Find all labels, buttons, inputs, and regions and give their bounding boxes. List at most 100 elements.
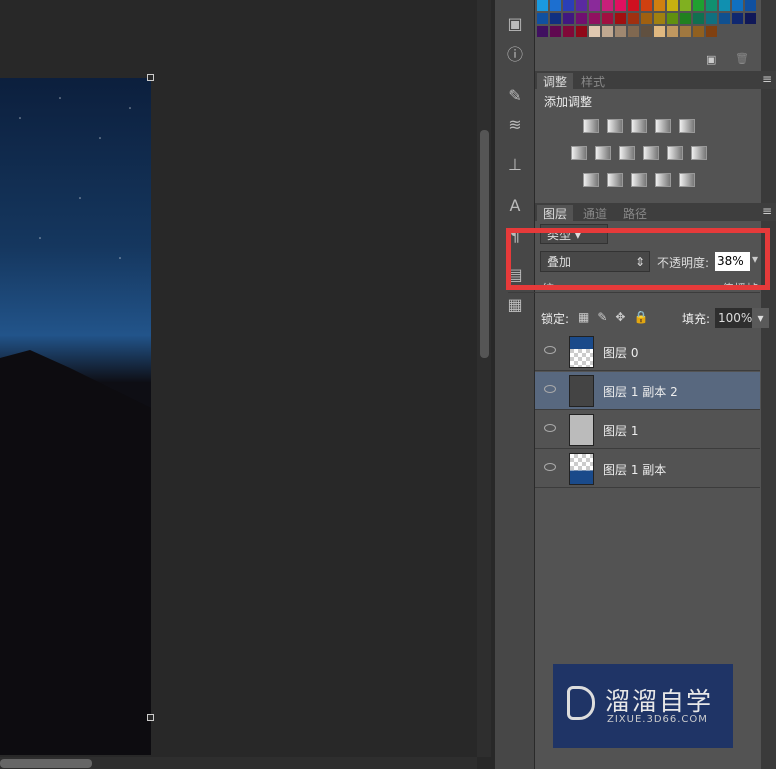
color-swatch[interactable] — [667, 13, 678, 24]
new-swatch-icon[interactable]: ▣ — [706, 53, 716, 66]
layer-row[interactable]: 图层 0 — [535, 333, 760, 371]
horizontal-scroll-thumb[interactable] — [0, 759, 92, 768]
tab-adjustments[interactable]: 调整 — [537, 73, 574, 89]
adjustment-icon[interactable] — [595, 146, 611, 160]
color-swatch[interactable] — [693, 13, 704, 24]
color-swatch[interactable] — [537, 0, 548, 11]
character-icon[interactable]: A — [505, 196, 525, 216]
color-swatch[interactable] — [680, 26, 691, 37]
color-swatch[interactable] — [654, 0, 665, 11]
tab-paths[interactable]: 路径 — [617, 205, 653, 221]
adjustment-icon[interactable] — [583, 119, 599, 133]
color-swatch[interactable] — [602, 26, 613, 37]
lock-icons[interactable]: ▦✎✥🔒 — [578, 310, 656, 324]
visibility-eye-icon[interactable] — [544, 424, 556, 432]
adjustment-icon[interactable] — [655, 173, 671, 187]
brush-presets-icon[interactable]: ✎ — [505, 86, 525, 106]
color-swatch[interactable] — [589, 0, 600, 11]
adjustment-icon[interactable] — [583, 173, 599, 187]
adjustment-icon[interactable] — [607, 119, 623, 133]
tab-channels[interactable]: 通道 — [577, 205, 613, 221]
adjustment-icon[interactable] — [667, 146, 683, 160]
adjustment-icon[interactable] — [631, 173, 647, 187]
color-swatch[interactable] — [719, 13, 730, 24]
adjustment-icon[interactable] — [655, 119, 671, 133]
color-swatch[interactable] — [576, 26, 587, 37]
panel-menu-icon[interactable]: ≡ — [762, 204, 772, 218]
color-swatch[interactable] — [693, 0, 704, 11]
notes-icon[interactable]: ▦ — [505, 295, 525, 315]
color-swatch[interactable] — [719, 0, 730, 11]
color-swatch[interactable] — [628, 13, 639, 24]
adjustment-icon[interactable] — [679, 119, 695, 133]
layer-row[interactable]: 图层 1 副本 — [535, 450, 760, 488]
transform-handle[interactable] — [147, 74, 154, 81]
layer-thumbnail — [569, 453, 594, 485]
color-swatch[interactable] — [745, 13, 756, 24]
adjustment-icon[interactable] — [631, 119, 647, 133]
visibility-eye-icon[interactable] — [544, 385, 556, 393]
color-swatch[interactable] — [537, 26, 548, 37]
color-swatch[interactable] — [602, 0, 613, 11]
color-swatch[interactable] — [563, 13, 574, 24]
transform-handle[interactable] — [147, 714, 154, 721]
color-swatch[interactable] — [732, 13, 743, 24]
fill-input[interactable]: 100% — [715, 308, 752, 328]
color-swatch[interactable] — [576, 0, 587, 11]
color-swatch[interactable] — [576, 13, 587, 24]
fill-dropdown[interactable]: ▾ — [752, 308, 769, 328]
layer-row[interactable]: 图层 1 副本 2 — [535, 372, 760, 410]
adjustment-icon[interactable] — [679, 173, 695, 187]
color-swatch[interactable] — [667, 26, 678, 37]
color-swatch[interactable] — [589, 26, 600, 37]
color-swatch[interactable] — [693, 26, 704, 37]
tab-layers[interactable]: 图层 — [537, 205, 574, 221]
document-canvas-image[interactable] — [0, 78, 151, 755]
color-swatch[interactable] — [615, 26, 626, 37]
color-swatch[interactable] — [550, 26, 561, 37]
adjustment-icon[interactable] — [691, 146, 707, 160]
color-swatch[interactable] — [706, 0, 717, 11]
info-icon[interactable]: ⓘ — [505, 45, 525, 65]
color-swatch[interactable] — [615, 0, 626, 11]
color-swatch[interactable] — [537, 13, 548, 24]
color-swatch[interactable] — [563, 0, 574, 11]
color-swatch[interactable] — [589, 13, 600, 24]
trash-icon[interactable]: 🗑 — [735, 52, 749, 65]
visibility-eye-icon[interactable] — [544, 346, 556, 354]
color-swatch[interactable] — [641, 26, 652, 37]
swatches-grid[interactable] — [535, 0, 756, 40]
tab-styles[interactable]: 样式 — [575, 73, 611, 89]
color-swatch[interactable] — [680, 0, 691, 11]
adjustment-icon[interactable] — [571, 146, 587, 160]
adjustment-icon[interactable] — [607, 173, 623, 187]
3d-icon[interactable]: ▣ — [505, 14, 525, 34]
color-swatch[interactable] — [706, 26, 717, 37]
visibility-eye-icon[interactable] — [544, 463, 556, 471]
color-swatch[interactable] — [615, 13, 626, 24]
color-swatch[interactable] — [667, 0, 678, 11]
color-swatch[interactable] — [628, 0, 639, 11]
clone-source-icon[interactable]: ⊥ — [505, 155, 525, 175]
color-swatch[interactable] — [602, 13, 613, 24]
color-swatch[interactable] — [550, 0, 561, 11]
color-swatch[interactable] — [680, 13, 691, 24]
color-swatch[interactable] — [732, 0, 743, 11]
color-swatch[interactable] — [706, 13, 717, 24]
color-swatch[interactable] — [745, 0, 756, 11]
vertical-scrollbar[interactable] — [477, 0, 491, 757]
adjustment-icon[interactable] — [643, 146, 659, 160]
adjustment-icon[interactable] — [619, 146, 635, 160]
color-swatch[interactable] — [563, 26, 574, 37]
panel-menu-icon[interactable]: ≡ — [762, 72, 772, 86]
color-swatch[interactable] — [628, 26, 639, 37]
layer-row[interactable]: 图层 1 — [535, 411, 760, 449]
color-swatch[interactable] — [550, 13, 561, 24]
color-swatch[interactable] — [641, 0, 652, 11]
brush-settings-icon[interactable]: ≋ — [505, 115, 525, 135]
color-swatch[interactable] — [641, 13, 652, 24]
highlight-annotation — [506, 228, 770, 290]
vertical-scroll-thumb[interactable] — [480, 130, 489, 358]
color-swatch[interactable] — [654, 13, 665, 24]
color-swatch[interactable] — [654, 26, 665, 37]
